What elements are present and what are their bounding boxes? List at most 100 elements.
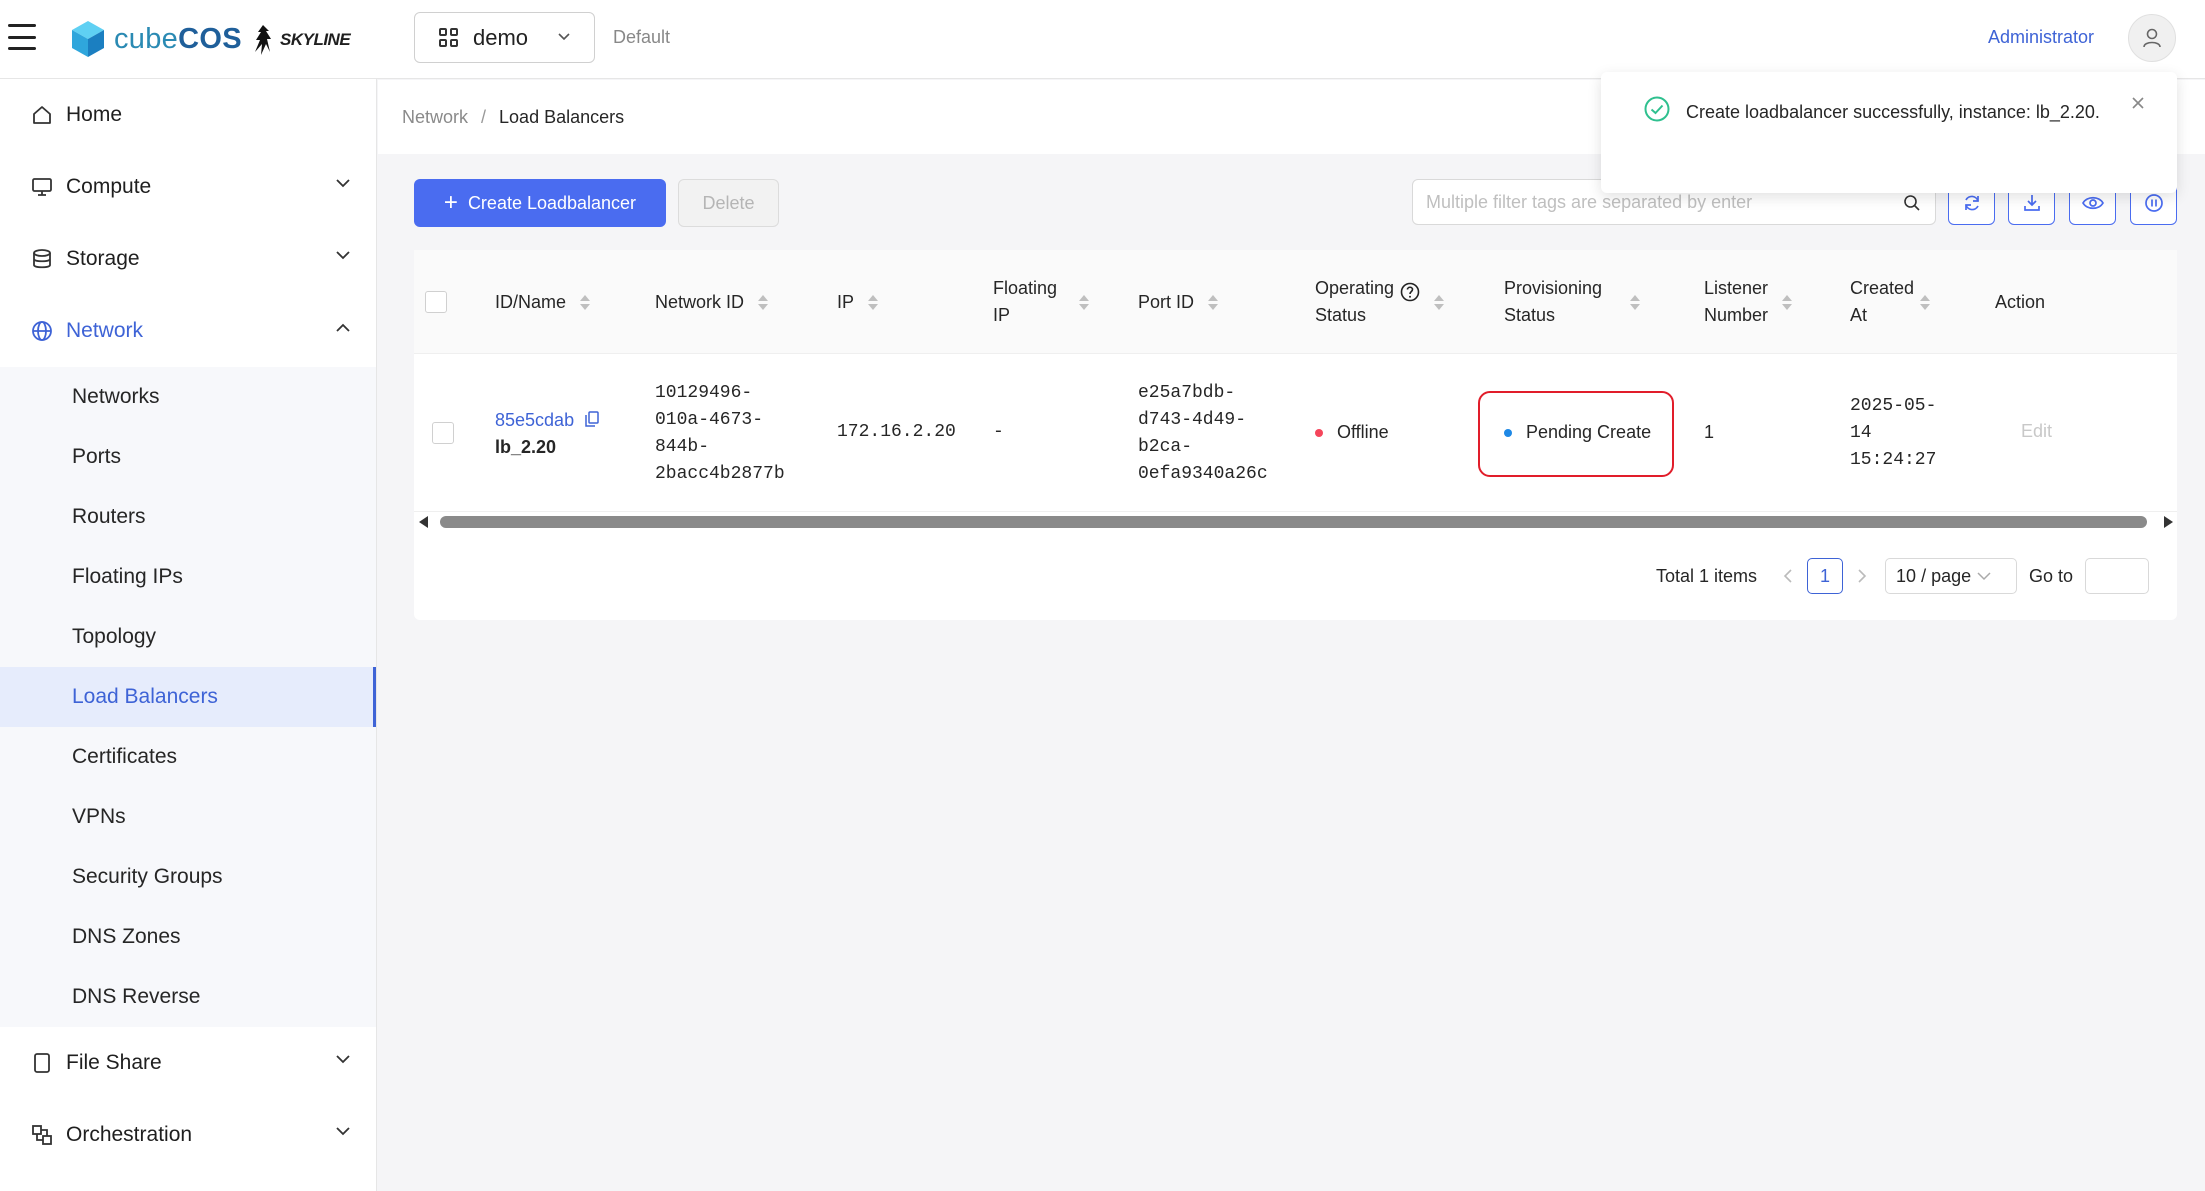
sidebar-item-orchestration[interactable]: Orchestration (0, 1099, 376, 1171)
sort-icon[interactable] (1208, 294, 1219, 310)
refresh-icon (1964, 195, 1979, 211)
chevron-down-icon (336, 1127, 350, 1136)
cube-logo-icon (72, 21, 104, 57)
close-icon[interactable] (2131, 96, 2145, 110)
user-icon (2143, 28, 2161, 48)
page-1-button[interactable]: 1 (1807, 558, 1844, 594)
column-port-id[interactable]: Port ID (1138, 250, 1219, 354)
sidebar-item-dns-reverse[interactable]: DNS Reverse (0, 967, 376, 1027)
lb-id-link[interactable]: 85e5cdab (495, 410, 574, 430)
column-provisioning-status[interactable]: Provisioning Status (1504, 250, 1641, 354)
network-submenu: Networks Ports Routers Floating IPs Topo… (0, 367, 376, 1027)
page-size-select[interactable]: 10 / page (1885, 558, 2018, 594)
column-operating-status[interactable]: Operating Status (1315, 250, 1445, 354)
scrollbar-thumb[interactable] (440, 516, 2147, 528)
user-avatar[interactable] (2128, 14, 2176, 62)
notification-message: Create loadbalancer successfully, instan… (1686, 102, 2100, 122)
sidebar-item-network[interactable]: Network (0, 295, 376, 367)
chevron-down-icon (1977, 571, 1991, 580)
top-header: cubeCOS SKYLINE demo Default Administrat… (0, 0, 2205, 79)
select-all-checkbox[interactable] (425, 291, 447, 313)
sidebar-item-label: File Share (66, 1051, 162, 1074)
sort-icon[interactable] (1920, 294, 1931, 310)
column-floating-ip[interactable]: Floating IP (993, 250, 1090, 354)
horizontal-scrollbar[interactable] (414, 512, 2177, 532)
sidebar-item-dns-zones[interactable]: DNS Zones (0, 907, 376, 967)
highlight-box (1478, 391, 1674, 477)
project-name: demo (473, 24, 529, 50)
brand-name: cubeCOS (114, 22, 242, 55)
chevron-down-icon (336, 251, 350, 260)
goto-label: Go to (2029, 565, 2074, 586)
table-header: ID/Name Network ID IP Floating IP Port ID… (414, 250, 2177, 354)
column-listener-number[interactable]: Listener Number (1704, 250, 1793, 354)
sort-icon[interactable] (1079, 294, 1090, 310)
app-logo[interactable]: cubeCOS (70, 18, 242, 60)
plus-icon: + (443, 189, 458, 216)
sidebar-item-networks[interactable]: Networks (0, 367, 376, 427)
help-icon[interactable] (1400, 282, 1420, 302)
sidebar-item-vpns[interactable]: VPNs (0, 787, 376, 847)
sidebar-item-certificates[interactable]: Certificates (0, 727, 376, 787)
sort-icon[interactable] (1782, 294, 1793, 310)
row-checkbox[interactable] (432, 422, 454, 444)
sidebar-item-compute[interactable]: Compute (0, 151, 376, 223)
edit-action-link[interactable]: Edit (2021, 418, 2052, 445)
sidebar-item-storage[interactable]: Storage (0, 223, 376, 295)
goto-page-input[interactable] (2085, 558, 2150, 594)
column-ip[interactable]: IP (837, 250, 879, 354)
sort-icon[interactable] (868, 294, 879, 310)
sidebar-item-security-groups[interactable]: Security Groups (0, 847, 376, 907)
scroll-left-icon[interactable] (419, 516, 428, 528)
database-icon (30, 247, 54, 271)
menu-toggle-icon[interactable] (8, 24, 36, 50)
orchestration-icon (30, 1123, 54, 1147)
create-loadbalancer-label: Create Loadbalancer (467, 192, 637, 213)
sidebar-item-label: Storage (66, 247, 140, 270)
sort-icon[interactable] (1434, 294, 1445, 310)
column-id-name[interactable]: ID/Name (495, 250, 591, 354)
sidebar-item-label: Home (66, 103, 123, 126)
total-items: Total 1 items (1656, 565, 1758, 586)
sidebar-item-topology[interactable]: Topology (0, 607, 376, 667)
column-network-id[interactable]: Network ID (655, 250, 769, 354)
column-action: Action (1995, 291, 2046, 312)
offline-status-dot (1315, 429, 1323, 438)
sidebar-item-ports[interactable]: Ports (0, 427, 376, 487)
sort-icon[interactable] (580, 294, 591, 310)
home-icon (30, 103, 54, 127)
chevron-down-icon (336, 1055, 350, 1064)
lb-name: lb_2.20 (495, 437, 557, 457)
sidebar: Home Compute Storage Network Networks Po… (0, 79, 377, 1191)
sidebar-item-label: Network (66, 319, 144, 342)
breadcrumb-separator: / (481, 106, 487, 127)
column-created-at[interactable]: Created At (1850, 250, 1931, 354)
sidebar-item-label: Orchestration (66, 1123, 193, 1146)
prev-page-icon[interactable] (1783, 568, 1793, 584)
sidebar-item-routers[interactable]: Routers (0, 487, 376, 547)
search-icon[interactable] (1903, 194, 1921, 212)
globe-icon (30, 319, 54, 343)
sort-icon[interactable] (1630, 294, 1641, 310)
sidebar-item-floating-ips[interactable]: Floating IPs (0, 547, 376, 607)
breadcrumb-network-link[interactable]: Network (402, 107, 468, 128)
domain-label: Default (613, 27, 671, 47)
cell-listener-number: 1 (1704, 422, 1715, 442)
delete-button[interactable]: Delete (678, 179, 779, 227)
success-notification: Create loadbalancer successfully, instan… (1601, 72, 2177, 193)
create-loadbalancer-button[interactable]: + Create Loadbalancer (414, 179, 666, 227)
copy-icon[interactable] (585, 411, 599, 428)
pause-icon (2144, 194, 2163, 212)
cell-floating-ip: - (993, 422, 1004, 442)
sidebar-item-load-balancers[interactable]: Load Balancers (0, 667, 376, 727)
scroll-right-icon[interactable] (2164, 516, 2173, 528)
user-name-link[interactable]: Administrator (1988, 27, 2094, 48)
monitor-icon (30, 175, 54, 199)
sidebar-item-file-share[interactable]: File Share (0, 1027, 376, 1099)
project-selector[interactable]: demo (414, 12, 595, 63)
next-page-icon[interactable] (1857, 568, 1867, 584)
cell-operating-status: Offline (1315, 419, 1389, 446)
sort-icon[interactable] (758, 294, 769, 310)
chevron-down-icon (558, 33, 570, 41)
sidebar-item-home[interactable]: Home (0, 79, 376, 151)
